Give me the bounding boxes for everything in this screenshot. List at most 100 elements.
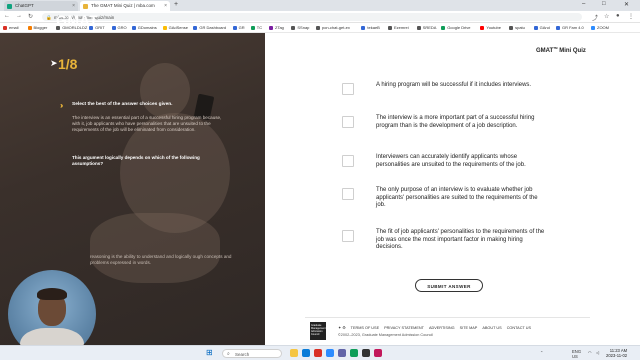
maximize-window-icon[interactable]: □ bbox=[602, 1, 606, 7]
submit-answer-button[interactable]: SUBMIT ANSWER bbox=[415, 279, 483, 292]
instruction-text: Select the best of the answer choices gi… bbox=[72, 102, 173, 107]
answer-checkbox[interactable] bbox=[342, 155, 354, 167]
forward-arrow-icon[interactable]: → bbox=[16, 13, 22, 19]
minimize-window-icon[interactable]: – bbox=[582, 1, 585, 7]
presenter-hair bbox=[37, 288, 67, 300]
bookmark-tc[interactable]: TC bbox=[250, 25, 262, 30]
bookmark-gr[interactable]: GR bbox=[232, 25, 245, 30]
footer-divider bbox=[305, 317, 590, 318]
mouse-pointer-icon: ➤ bbox=[50, 58, 58, 68]
answer-option-e[interactable]: The fit of job applicants' personalities… bbox=[342, 229, 602, 259]
region-code: US bbox=[572, 353, 578, 359]
profile-icon[interactable]: ● bbox=[616, 13, 620, 19]
quiz-title: GMATTM Mini Quiz bbox=[536, 46, 586, 54]
close-tab-icon[interactable]: × bbox=[164, 3, 167, 9]
footer-link[interactable]: CONTACT US bbox=[507, 326, 531, 330]
answer-option-c[interactable]: Interviewers can accurately identify app… bbox=[342, 154, 602, 184]
footer-link[interactable]: TERMS OF USE bbox=[351, 326, 379, 330]
bookmark-gro[interactable]: GRO bbox=[111, 25, 127, 30]
close-window-icon[interactable]: ✕ bbox=[624, 1, 629, 8]
footer-link[interactable]: SITE MAP bbox=[460, 326, 478, 330]
answer-checkbox[interactable] bbox=[342, 83, 354, 95]
footer-social-icons[interactable]: ✦ ⚙ bbox=[338, 326, 346, 330]
footer-link[interactable]: ABOUT US bbox=[482, 326, 501, 330]
windows-start-icon[interactable]: ⊞ bbox=[206, 349, 213, 357]
zoom-app-icon[interactable] bbox=[326, 349, 334, 357]
bookmark-gdomains[interactable]: GDomains bbox=[131, 25, 157, 30]
bookmark-spatu[interactable]: spatu bbox=[509, 25, 525, 30]
taskbar-search[interactable]: ⌕ Search bbox=[222, 349, 282, 358]
file-explorer-icon[interactable] bbox=[290, 349, 298, 357]
answer-checkbox[interactable] bbox=[342, 116, 354, 128]
quiz-title-suffix: Mini Quiz bbox=[557, 48, 586, 54]
app-icon[interactable] bbox=[362, 349, 370, 357]
chatgpt-favicon-icon bbox=[7, 4, 12, 9]
new-tab-button[interactable]: + bbox=[174, 1, 178, 8]
jumping-woman-head bbox=[140, 63, 190, 118]
share-icon[interactable]: ⤴ bbox=[592, 13, 598, 22]
browser-menu-icon[interactable]: ⋮ bbox=[628, 13, 634, 20]
bookmark-ztag[interactable]: ZTag bbox=[269, 25, 284, 30]
close-tab-icon[interactable]: × bbox=[72, 3, 75, 9]
teams-app-icon[interactable] bbox=[338, 349, 346, 357]
tray-up-arrow-icon[interactable]: ⌃ bbox=[540, 350, 544, 355]
bookmark-gr-fam-4-0[interactable]: GR Fam 4.0 bbox=[556, 25, 584, 30]
reload-icon[interactable]: ↻ bbox=[28, 13, 33, 20]
bookmark-zoom[interactable]: ZOOM bbox=[591, 25, 609, 30]
skill-description: reasoning is the ability to understand a… bbox=[90, 254, 232, 265]
answer-option-b[interactable]: The interview is a more important part o… bbox=[342, 115, 602, 145]
edge-browser-icon[interactable] bbox=[302, 349, 310, 357]
bookmark-star-icon[interactable]: ☆ bbox=[604, 13, 609, 20]
answer-option-d[interactable]: The only purpose of an interview is to e… bbox=[342, 187, 602, 217]
answer-option-a[interactable]: A hiring program will be successful if i… bbox=[342, 82, 602, 112]
footer-link[interactable]: PRIVACY STATEMENT bbox=[384, 326, 424, 330]
jumping-woman-legs bbox=[90, 213, 220, 283]
url-field[interactable]: 🔒 mba.com/gmat-mini-quiz/main bbox=[42, 13, 582, 21]
tab-title: The GMAT Mini Quiz | mba.com bbox=[91, 3, 155, 8]
answer-option-text: The fit of job applicants' personalities… bbox=[376, 229, 545, 250]
wifi-icon[interactable]: ◠ bbox=[588, 350, 592, 355]
lock-icon: 🔒 bbox=[46, 14, 52, 20]
windows-taskbar: ⊞ ⌕ Search ⌃ ENG US ◠ ◁ 11:23 AM 2023-11… bbox=[0, 345, 640, 360]
gmat-favicon-icon bbox=[83, 4, 88, 9]
footer-link[interactable]: ADVERTISING bbox=[429, 326, 455, 330]
clock[interactable]: 11:23 AM 2023-11-02 bbox=[606, 348, 627, 358]
question-stem: This argument logically depends on which… bbox=[72, 155, 200, 166]
app-icon[interactable] bbox=[374, 349, 382, 357]
clock-date: 2023-11-02 bbox=[606, 353, 628, 358]
answer-option-text: A hiring program will be successful if i… bbox=[376, 82, 532, 88]
search-icon: ⌕ bbox=[227, 351, 230, 357]
bookmark-youtube[interactable]: Youtube bbox=[480, 25, 501, 30]
answer-checkbox[interactable] bbox=[342, 188, 354, 200]
bookmark-tekaeb[interactable]: tekaeB bbox=[361, 25, 380, 30]
double-chevron-icon: ›› bbox=[60, 101, 64, 110]
language-indicator[interactable]: ENG US bbox=[572, 349, 581, 359]
browser-tab-chatgpt[interactable]: ChatGPT × bbox=[4, 1, 78, 11]
bookmark-ssnap[interactable]: SSnap bbox=[291, 25, 309, 30]
bookmark-email[interactable]: email bbox=[3, 25, 19, 30]
answer-option-text: The interview is a more important part o… bbox=[376, 115, 535, 129]
bookmark-gr-dashboard[interactable]: GR Dashboard bbox=[193, 25, 226, 30]
question-progress: 1/8 bbox=[58, 56, 78, 72]
app-icon[interactable] bbox=[350, 349, 358, 357]
browser-tab-strip: ChatGPT × The GMAT Mini Quiz | mba.com ×… bbox=[0, 0, 640, 11]
answer-option-text: The only purpose of an interview is to e… bbox=[376, 187, 538, 208]
bookmark-sreda[interactable]: SREDA bbox=[416, 25, 436, 30]
answer-option-text: Interviewers can accurately identify app… bbox=[376, 154, 526, 168]
gmac-logo: Graduate Management Admission Council bbox=[310, 322, 326, 340]
chrome-browser-icon[interactable] bbox=[314, 349, 322, 357]
back-arrow-icon[interactable]: ← bbox=[4, 13, 10, 19]
bookmark-ezemrei[interactable]: Ezemrei bbox=[388, 25, 409, 30]
copyright-text: ©2002–2023, Graduate Management Admissio… bbox=[338, 333, 434, 337]
volume-icon[interactable]: ◁ bbox=[596, 350, 599, 355]
bookmark-blogger[interactable]: Blogger bbox=[27, 25, 47, 30]
answer-checkbox[interactable] bbox=[342, 230, 354, 242]
search-placeholder: Search bbox=[235, 351, 250, 357]
browser-tab-gmat-quiz[interactable]: The GMAT Mini Quiz | mba.com × bbox=[80, 1, 170, 11]
quiz-title-brand: GMAT bbox=[536, 48, 554, 54]
bookmark-google-drive[interactable]: Google Drive bbox=[441, 25, 471, 30]
gmat-logo: GMAT bbox=[56, 12, 99, 28]
bookmark-pon-chat-get-ex[interactable]: pon-chat-get-ex bbox=[315, 25, 350, 30]
bookmark-gand[interactable]: GAnd bbox=[533, 25, 550, 30]
bookmark-gadsense[interactable]: GAdSense bbox=[162, 25, 188, 30]
